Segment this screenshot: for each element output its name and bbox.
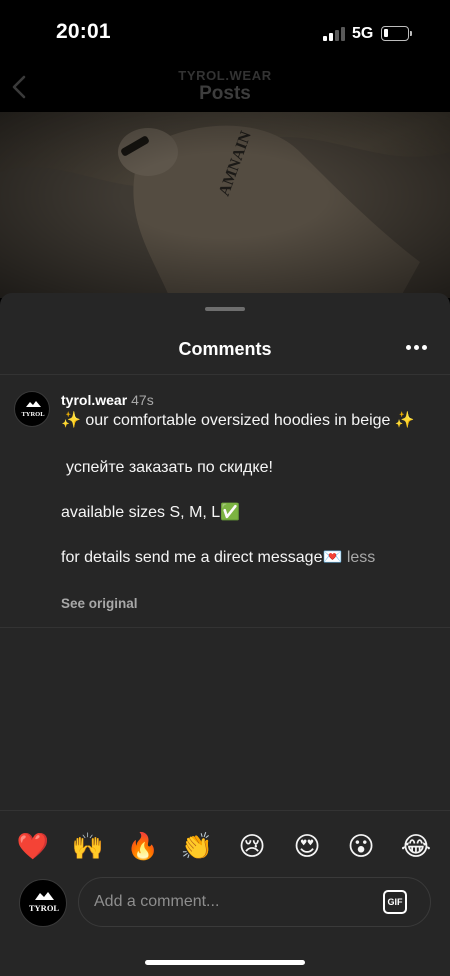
caption-line: ✨ our comfortable oversized hoodies in b… <box>61 412 415 429</box>
drag-handle[interactable] <box>205 307 245 311</box>
comment-text: ✨ our comfortable oversized hoodies in b… <box>61 412 421 567</box>
caption-line: for details send me a direct message💌 <box>61 549 343 566</box>
heart-emoji[interactable]: ❤️ <box>15 830 51 862</box>
avatar-logo-text: TYROL <box>21 411 45 418</box>
comment-header: tyrol.wear 47s <box>61 392 154 408</box>
divider <box>0 627 450 628</box>
more-horizontal-icon[interactable] <box>406 345 428 351</box>
battery-icon <box>381 26 409 41</box>
home-indicator <box>145 960 305 965</box>
comment-input-box: GIF <box>78 877 431 927</box>
clapping-emoji[interactable]: 👏 <box>179 830 215 862</box>
caption-comment: TYROL tyrol.wear 47s ✨ our comfortable ov… <box>0 374 450 627</box>
caption-line: успейте заказать по скидке! <box>66 459 273 476</box>
comment-input[interactable] <box>94 878 374 926</box>
status-bar: 20:01 5G <box>0 0 450 62</box>
avatar[interactable]: TYROL <box>14 391 50 427</box>
see-original-link[interactable]: See original <box>61 596 138 611</box>
hoodie-photo: AMNAIN <box>0 112 450 298</box>
less-link[interactable]: less <box>347 549 375 566</box>
composer-avatar-logo-text: TYROL <box>29 903 60 913</box>
comment-time: 47s <box>131 392 154 408</box>
surprised-face-emoji[interactable]: 😮 <box>343 830 379 862</box>
gif-button[interactable]: GIF <box>383 890 407 914</box>
comment-username[interactable]: tyrol.wear <box>61 392 127 408</box>
status-time: 20:01 <box>56 20 111 43</box>
crying-face-emoji[interactable]: 😢 <box>234 830 270 862</box>
composer-avatar: TYROL <box>19 879 67 927</box>
signal-icon <box>323 27 347 41</box>
network-label: 5G <box>352 25 374 42</box>
heart-eyes-emoji[interactable]: 😍 <box>289 830 325 862</box>
caption-line: available sizes S, M, L✅ <box>61 504 241 521</box>
post-image: AMNAIN <box>0 112 450 298</box>
header-account-name: TYROL.WEAR <box>178 68 272 83</box>
comments-sheet: Comments TYROL tyrol.wear 47s ✨ our comfo… <box>0 293 450 976</box>
page-title: Posts <box>199 83 251 104</box>
emoji-reaction-bar: ❤️ 🙌 🔥 👏 😢 😍 😮 😂 <box>0 810 450 880</box>
fire-emoji[interactable]: 🔥 <box>125 830 161 862</box>
battery-level <box>384 29 388 37</box>
tears-of-joy-emoji[interactable]: 😂 <box>398 830 434 862</box>
comments-title: Comments <box>178 339 272 359</box>
raising-hands-emoji[interactable]: 🙌 <box>70 830 106 862</box>
battery-cap <box>410 31 412 36</box>
posts-header: TYROL.WEAR Posts <box>0 62 450 112</box>
